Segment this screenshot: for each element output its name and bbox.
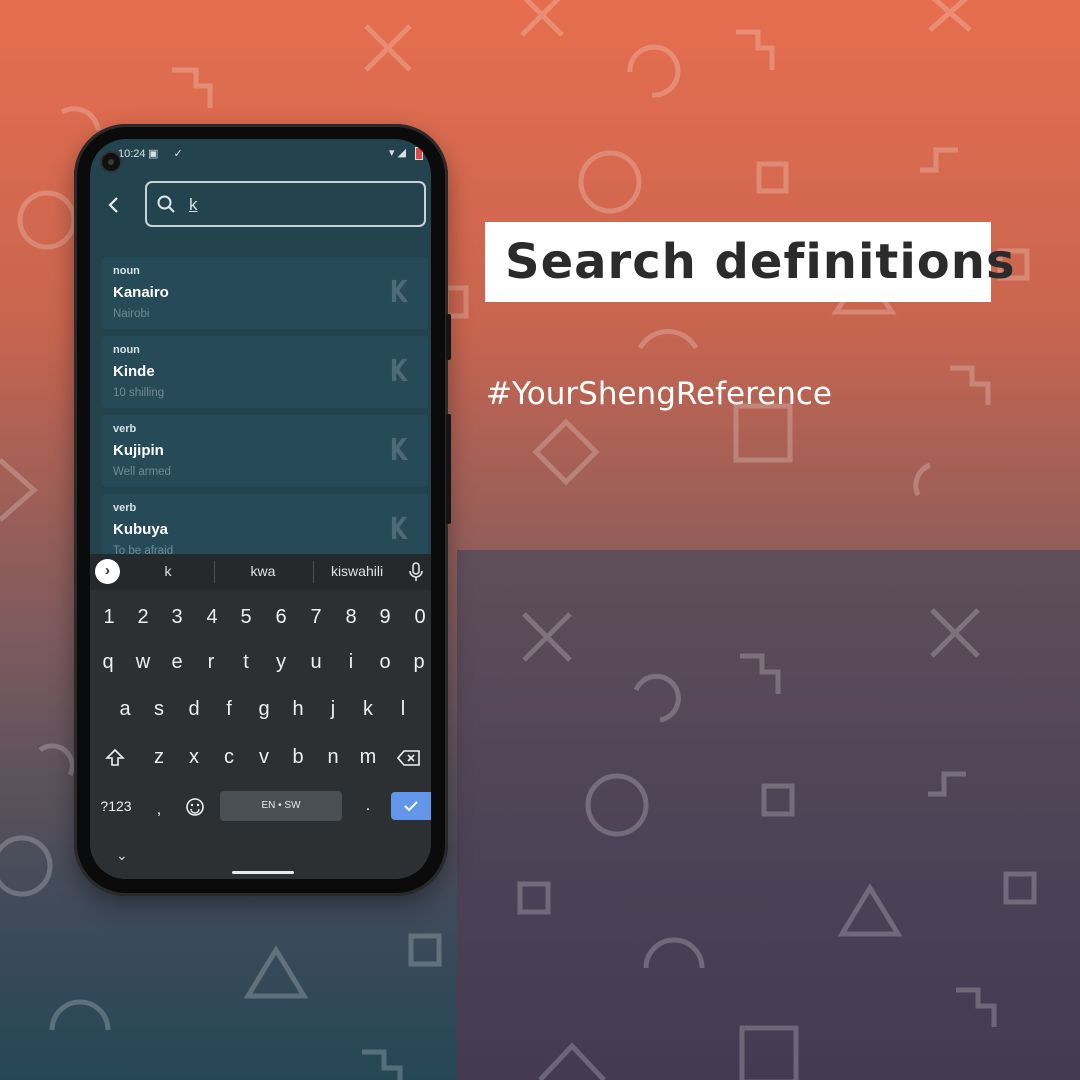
phone-volume-button: [446, 414, 451, 524]
suggestion-bar: › k kwa kiswahili: [90, 554, 431, 590]
result-item[interactable]: verb Kubuya To be afraid K: [102, 494, 428, 557]
result-definition: Well armed: [113, 466, 171, 478]
battery-icon: [415, 146, 423, 160]
key[interactable]: t: [229, 642, 263, 682]
phone-power-button: [446, 314, 451, 360]
backspace-icon: [396, 749, 420, 766]
result-definition: 10 shilling: [113, 387, 165, 399]
result-item[interactable]: noun Kinde 10 shilling K: [102, 336, 428, 408]
key[interactable]: f: [212, 689, 246, 729]
key[interactable]: r: [194, 642, 228, 682]
shift-key[interactable]: [98, 737, 132, 777]
key[interactable]: e: [160, 642, 194, 682]
emoji-key[interactable]: [178, 786, 212, 826]
backspace-key[interactable]: [392, 737, 426, 777]
search-input[interactable]: [189, 191, 409, 219]
key[interactable]: u: [299, 642, 333, 682]
nav-handle[interactable]: [232, 871, 294, 874]
key[interactable]: b: [281, 737, 315, 777]
results-list: noun Kanairo Nairobi K noun Kinde 10 shi…: [102, 257, 430, 557]
suggestion-item[interactable]: kiswahili: [312, 563, 402, 579]
back-arrow-icon: [108, 197, 118, 213]
check-icon: [404, 801, 418, 812]
comma-key[interactable]: ,: [142, 790, 176, 830]
keyboard: › k kwa kiswahili 1 2 3 4 5 6 7 8 9 0 q …: [90, 554, 431, 879]
key[interactable]: n: [316, 737, 350, 777]
key[interactable]: o: [368, 642, 402, 682]
result-item[interactable]: verb Kujipin Well armed K: [102, 415, 428, 487]
shift-icon: [105, 748, 125, 766]
suggestion-item[interactable]: kwa: [218, 563, 308, 579]
key[interactable]: c: [212, 737, 246, 777]
key[interactable]: q: [91, 642, 125, 682]
key[interactable]: j: [316, 689, 350, 729]
key[interactable]: h: [281, 689, 315, 729]
period-key[interactable]: .: [351, 786, 385, 826]
result-item[interactable]: noun Kanairo Nairobi K: [102, 257, 428, 329]
space-key[interactable]: EN • SW: [220, 791, 342, 821]
key[interactable]: 5: [229, 597, 263, 637]
key[interactable]: 2: [126, 597, 160, 637]
key[interactable]: m: [351, 737, 385, 777]
key[interactable]: k: [351, 689, 385, 729]
search-icon: [157, 195, 175, 213]
headline: Search definitions: [505, 234, 1016, 290]
search-box[interactable]: [145, 181, 426, 227]
key[interactable]: a: [108, 689, 142, 729]
key[interactable]: 1: [92, 597, 126, 637]
key[interactable]: l: [386, 689, 420, 729]
emoji-icon: [186, 797, 204, 816]
chevron-down-icon[interactable]: ⌄: [116, 847, 128, 864]
result-word: Kinde: [113, 363, 155, 380]
status-icons-left: ▣ ✓: [148, 148, 189, 160]
key[interactable]: 8: [334, 597, 368, 637]
result-type: verb: [113, 423, 137, 435]
key[interactable]: w: [126, 642, 160, 682]
result-letter-icon: K: [389, 275, 408, 310]
headline-box: Search definitions: [485, 222, 1016, 302]
result-letter-icon: K: [389, 354, 408, 389]
suggestion-item[interactable]: k: [123, 563, 213, 579]
result-type: verb: [113, 502, 137, 514]
suggestion-arrow-icon[interactable]: ›: [95, 559, 120, 584]
symbols-key[interactable]: ?123: [96, 786, 136, 826]
status-icons-right: ▾◢: [389, 146, 423, 160]
enter-key[interactable]: [391, 792, 431, 820]
key[interactable]: s: [142, 689, 176, 729]
result-word: Kujipin: [113, 442, 164, 459]
key[interactable]: 7: [299, 597, 333, 637]
phone-mockup: 10:24 ▣ ✓ ▾◢ noun Kanairo Nairob: [74, 124, 451, 896]
result-word: Kubuya: [113, 521, 169, 538]
result-letter-icon: K: [389, 512, 408, 547]
key[interactable]: g: [247, 689, 281, 729]
key[interactable]: d: [177, 689, 211, 729]
key[interactable]: 0: [403, 597, 431, 637]
key[interactable]: 3: [160, 597, 194, 637]
key[interactable]: v: [247, 737, 281, 777]
result-type: noun: [113, 265, 140, 277]
key[interactable]: 9: [368, 597, 402, 637]
result-letter-icon: K: [389, 433, 408, 468]
signal-icon: ▾◢: [388, 147, 409, 159]
divider: [214, 561, 215, 583]
key[interactable]: 6: [264, 597, 298, 637]
result-type: noun: [113, 344, 140, 356]
key[interactable]: p: [402, 642, 431, 682]
key[interactable]: 4: [195, 597, 229, 637]
key[interactable]: i: [334, 642, 368, 682]
result-word: Kanairo: [113, 284, 169, 301]
front-camera: [100, 151, 122, 173]
hashtag: #YourShengReference: [486, 376, 832, 412]
key[interactable]: z: [142, 737, 176, 777]
phone-screen: 10:24 ▣ ✓ ▾◢ noun Kanairo Nairob: [90, 139, 431, 879]
mic-icon[interactable]: [408, 562, 424, 582]
result-definition: Nairobi: [113, 308, 150, 320]
back-button[interactable]: [100, 191, 128, 219]
key[interactable]: x: [177, 737, 211, 777]
status-time: 10:24: [118, 148, 146, 160]
status-bar: 10:24 ▣ ✓ ▾◢: [90, 139, 431, 169]
key[interactable]: y: [264, 642, 298, 682]
